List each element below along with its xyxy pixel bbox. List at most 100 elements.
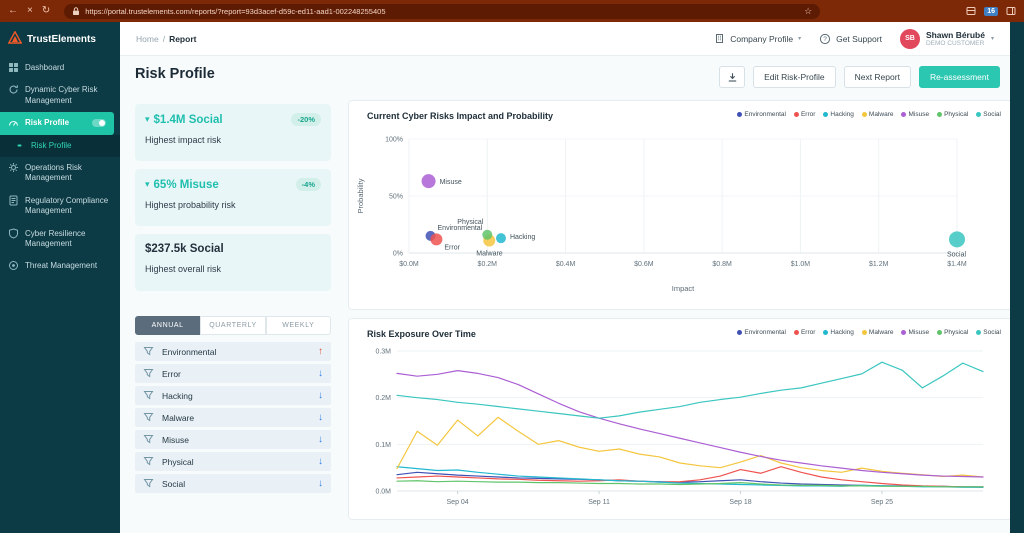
svg-text:Environmental: Environmental: [438, 225, 483, 232]
legend-label: Misuse: [908, 111, 930, 118]
notification-badge[interactable]: 16: [984, 6, 998, 16]
back-icon[interactable]: ←: [8, 6, 18, 16]
legend-label: Social: [983, 329, 1001, 336]
shield-icon: [8, 227, 19, 239]
risk-row-misuse[interactable]: Misuse ↓: [135, 430, 331, 449]
svg-text:Physical: Physical: [457, 219, 484, 226]
user-menu[interactable]: SB Shawn Bérubé DEMO CUSTOMER ▾: [899, 28, 994, 49]
legend-item-environmental[interactable]: Environmental: [737, 329, 786, 336]
caret-down-icon[interactable]: ▾: [145, 114, 150, 125]
risk-row-hacking[interactable]: Hacking ↓: [135, 386, 331, 405]
lock-icon: [72, 6, 80, 16]
edit-risk-profile-button[interactable]: Edit Risk-Profile: [753, 66, 836, 88]
hacking-color-dot: [823, 112, 829, 117]
sidebar-item-dynamic-cyber-risk-management[interactable]: Dynamic Cyber Risk Management: [0, 79, 120, 112]
risk-name: Error: [162, 368, 181, 379]
gear-icon: [8, 162, 19, 173]
breadcrumb-home[interactable]: Home: [136, 34, 159, 44]
line-chart-title: Risk Exposure Over Time: [367, 329, 476, 339]
summary-card-2[interactable]: ▾ 65% Misuse -4% Highest probability risk: [135, 169, 331, 226]
legend-label: Environmental: [744, 111, 786, 118]
risk-row-physical[interactable]: Physical ↓: [135, 452, 331, 471]
risk-row-error[interactable]: Error ↓: [135, 364, 331, 383]
card-value: 65% Misuse: [153, 178, 219, 191]
legend-item-malware[interactable]: Malware: [861, 111, 893, 118]
refresh-icon[interactable]: ↻: [42, 6, 50, 16]
tab-annual[interactable]: ANNUAL: [135, 316, 201, 335]
sidebar-toggle-icon[interactable]: [1006, 6, 1016, 16]
misuse-color-dot: [901, 112, 907, 117]
user-name: Shawn Bérubé: [925, 29, 985, 40]
svg-text:$0.0M: $0.0M: [399, 261, 419, 268]
legend-label: Environmental: [744, 329, 786, 336]
legend-item-error[interactable]: Error: [793, 329, 816, 336]
malware-color-dot: [861, 112, 867, 117]
company-profile-menu[interactable]: Company Profile ▾: [714, 33, 801, 44]
help-icon: ?: [819, 33, 831, 45]
sidebar-item-regulatory-compliance-management[interactable]: Regulatory Compliance Management: [0, 190, 120, 223]
tab-weekly[interactable]: WEEKLY: [265, 316, 331, 335]
legend-item-misuse[interactable]: Misuse: [901, 329, 929, 336]
summary-card-1[interactable]: ▾ $1.4M Social -20% Highest impact risk: [135, 104, 331, 161]
svg-text:Error: Error: [444, 244, 460, 251]
legend-item-social[interactable]: Social: [976, 111, 1001, 118]
filter-icon: [143, 478, 154, 489]
extensions-icon[interactable]: [966, 6, 976, 16]
filter-icon: [143, 390, 154, 401]
topbar: Home / Report Company Profile ▾ ? Get Su…: [120, 22, 1010, 56]
sidebar-item-risk-profile[interactable]: Risk Profile: [0, 112, 114, 135]
sidebar-item-dashboard[interactable]: Dashboard: [0, 57, 120, 79]
legend-item-hacking[interactable]: Hacking: [823, 111, 854, 118]
legend-item-social[interactable]: Social: [976, 329, 1001, 336]
sidebar-item-risk-profile-sub[interactable]: Risk Profile: [0, 134, 120, 157]
reassessment-button[interactable]: Re-assessment: [918, 66, 1000, 88]
svg-text:$0.2M: $0.2M: [478, 261, 498, 268]
risk-row-social[interactable]: Social ↓: [135, 474, 331, 493]
svg-text:0.3M: 0.3M: [375, 349, 391, 356]
physical-color-dot: [937, 330, 943, 335]
sidebar-item-threat-management[interactable]: Threat Management: [0, 255, 120, 277]
download-button[interactable]: [719, 66, 746, 88]
breadcrumb: Home / Report: [136, 34, 196, 44]
nav-active-toggle[interactable]: [92, 119, 106, 128]
line-chart: 0.0M 0.1M 0.2M 0.3M Sep 04 Sep 11 Sep 18 Sep 25: [375, 349, 984, 506]
legend-item-physical[interactable]: Physical: [937, 329, 968, 336]
misuse-color-dot: [901, 330, 907, 335]
sidebar-item-operations-risk-management[interactable]: Operations Risk Management: [0, 157, 120, 190]
trend-down-icon: ↓: [318, 368, 323, 379]
svg-text:Hacking: Hacking: [510, 234, 535, 241]
scatter-chart-panel: Current Cyber Risks Impact and Probabili…: [348, 100, 1012, 310]
legend-item-error[interactable]: Error: [793, 111, 815, 118]
legend-item-environmental[interactable]: Environmental: [737, 111, 786, 118]
summary-cards: ▾ $1.4M Social -20% Highest impact risk ▾ 65%…: [135, 104, 331, 291]
risk-row-malware[interactable]: Malware ↓: [135, 408, 331, 427]
risk-name: Environmental: [162, 346, 217, 357]
trend-down-icon: ↓: [318, 456, 323, 467]
chevron-down-icon: ▾: [990, 36, 994, 42]
filter-icon: [143, 412, 154, 423]
brand-logo[interactable]: TrustElements: [0, 22, 120, 57]
legend-label: Error: [800, 329, 816, 336]
sidebar-item-cyber-resilience-management[interactable]: Cyber Resilience Management: [0, 223, 120, 256]
sidebar-item-label: Cyber Resilience Management: [25, 228, 86, 248]
scatter-chart: $0.0M $0.2M $0.4M $0.6M $0.8M $1.0M $1.2M $1.4M…: [356, 137, 967, 294]
risk-row-environmental[interactable]: Environmental ↑: [135, 342, 331, 361]
get-support-link[interactable]: ? Get Support: [819, 33, 882, 45]
risk-name: Social: [162, 478, 186, 489]
legend-item-physical[interactable]: Physical: [937, 111, 968, 118]
company-profile-label: Company Profile: [730, 33, 794, 44]
legend-item-hacking[interactable]: Hacking: [823, 329, 854, 336]
social-color-dot: [976, 330, 982, 335]
next-report-button[interactable]: Next Report: [843, 66, 911, 88]
legend-item-misuse[interactable]: Misuse: [901, 111, 929, 118]
filter-icon: [143, 434, 154, 445]
bookmark-star-icon[interactable]: ☆: [804, 6, 812, 17]
svg-text:0%: 0%: [393, 251, 403, 258]
summary-card-3[interactable]: $237.5k Social Highest overall risk: [135, 234, 331, 291]
tab-quarterly[interactable]: QUARTERLY: [200, 316, 266, 335]
svg-text:Impact: Impact: [672, 284, 695, 293]
caret-down-icon[interactable]: ▾: [145, 179, 150, 190]
address-bar[interactable]: https://portal.trustelements.com/reports…: [64, 3, 821, 19]
close-icon[interactable]: ×: [27, 6, 33, 16]
legend-item-malware[interactable]: Malware: [861, 329, 893, 336]
